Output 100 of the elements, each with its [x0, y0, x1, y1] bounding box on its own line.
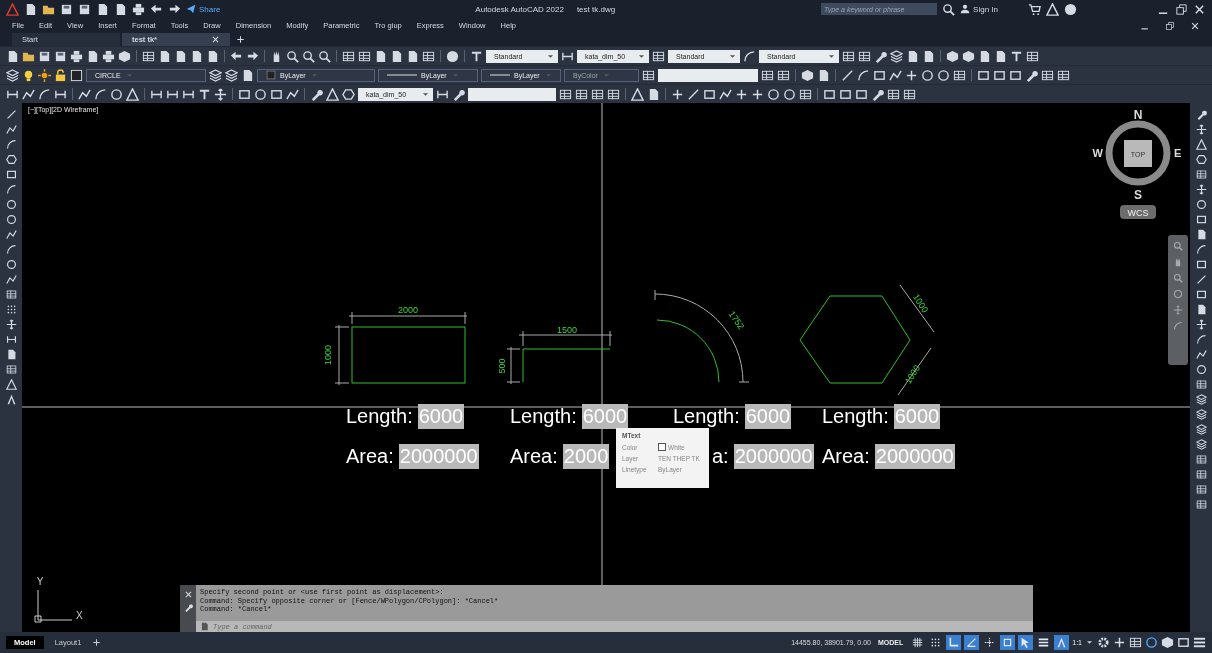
page-icon[interactable] — [1195, 229, 1207, 240]
redo-icon[interactable] — [246, 49, 259, 63]
polygon-icon[interactable] — [5, 154, 17, 165]
wcs-button[interactable]: WCS — [1120, 205, 1156, 219]
layers-icon[interactable] — [209, 68, 222, 82]
polyline-icon[interactable] — [719, 87, 732, 101]
page-icon[interactable] — [158, 49, 171, 63]
table-icon[interactable] — [1195, 469, 1207, 480]
page-icon[interactable] — [6, 49, 19, 63]
table-icon[interactable] — [1195, 499, 1207, 510]
move-icon[interactable] — [5, 319, 17, 330]
circle-icon[interactable] — [5, 259, 17, 270]
triangle-icon[interactable] — [326, 87, 339, 101]
text-line-icon[interactable] — [198, 87, 211, 101]
search-icon[interactable] — [318, 49, 331, 63]
table-icon[interactable] — [858, 49, 871, 63]
layers-icon[interactable] — [225, 68, 238, 82]
rectangle-icon[interactable] — [1177, 636, 1190, 649]
rectangle-icon[interactable] — [839, 87, 852, 101]
arc-icon[interactable] — [5, 244, 17, 255]
search-icon[interactable] — [302, 49, 315, 63]
table-icon[interactable] — [1195, 169, 1207, 180]
table-icon[interactable] — [953, 68, 966, 82]
table-icon[interactable] — [559, 87, 572, 101]
line-icon[interactable] — [841, 68, 854, 82]
page-icon[interactable] — [906, 49, 919, 63]
table-icon[interactable] — [607, 87, 620, 101]
triangle-icon[interactable] — [5, 379, 17, 390]
page-icon[interactable] — [24, 2, 37, 16]
circle-icon[interactable] — [254, 87, 267, 101]
share-button[interactable]: Share — [186, 4, 221, 14]
page-icon[interactable] — [241, 68, 254, 82]
wrench-icon[interactable] — [183, 603, 193, 612]
polyline-icon[interactable] — [1195, 349, 1207, 360]
close-icon[interactable] — [183, 590, 193, 599]
search-icon[interactable] — [942, 2, 956, 16]
plus-icon[interactable] — [671, 87, 684, 101]
line-icon[interactable] — [687, 87, 700, 101]
move-icon[interactable] — [1195, 319, 1207, 330]
blank-field[interactable] — [468, 87, 556, 101]
circle-icon[interactable] — [1145, 636, 1158, 649]
arc-icon[interactable] — [5, 139, 17, 150]
selection-toggle[interactable] — [1018, 635, 1034, 650]
polyline-icon[interactable] — [5, 274, 17, 285]
table-icon[interactable] — [342, 49, 355, 63]
rectangle-icon[interactable] — [993, 68, 1006, 82]
page-icon[interactable] — [96, 2, 109, 16]
layers-icon[interactable] — [1195, 424, 1207, 435]
wrench-icon[interactable] — [310, 87, 323, 101]
cube-icon[interactable] — [118, 49, 131, 63]
table-icon[interactable] — [5, 364, 17, 375]
page-icon[interactable] — [114, 2, 127, 16]
table-icon[interactable] — [422, 49, 435, 63]
page-icon[interactable] — [190, 49, 203, 63]
table-icon[interactable] — [5, 289, 17, 300]
wrench-icon[interactable] — [871, 87, 884, 101]
page-icon[interactable] — [817, 68, 830, 82]
layers-icon[interactable] — [890, 49, 903, 63]
line-icon[interactable] — [5, 109, 17, 120]
polygon-icon[interactable] — [342, 87, 355, 101]
ortho-toggle[interactable] — [946, 635, 962, 650]
cube-icon[interactable] — [1161, 636, 1174, 649]
restore-icon[interactable] — [1175, 2, 1188, 16]
printer-icon[interactable] — [70, 49, 83, 63]
table-icon[interactable] — [1195, 379, 1207, 390]
rectangle-icon[interactable] — [1195, 289, 1207, 300]
triangle-icon[interactable] — [1046, 2, 1059, 16]
layers-icon[interactable] — [6, 68, 19, 82]
table-icon[interactable] — [842, 49, 855, 63]
wrench-icon[interactable] — [1025, 68, 1038, 82]
rectangle-icon[interactable] — [823, 87, 836, 101]
table-icon[interactable] — [1129, 636, 1142, 649]
table-icon[interactable] — [591, 87, 604, 101]
circle-icon[interactable] — [783, 87, 796, 101]
page-icon[interactable] — [647, 87, 660, 101]
caret-icon[interactable] — [1085, 638, 1094, 647]
triangle-icon[interactable] — [1195, 139, 1207, 150]
arc-icon[interactable] — [857, 68, 870, 82]
table-icon[interactable] — [777, 68, 790, 82]
arc-icon[interactable] — [38, 87, 51, 101]
plus-icon[interactable] — [751, 87, 764, 101]
move-icon[interactable] — [214, 87, 227, 101]
circle-icon[interactable] — [1195, 199, 1207, 210]
rectangle-icon[interactable] — [5, 169, 17, 180]
arc-icon[interactable] — [94, 87, 107, 101]
close-icon[interactable] — [1193, 2, 1206, 16]
page-icon[interactable] — [406, 49, 419, 63]
polyline-icon[interactable] — [22, 87, 35, 101]
rectangle-icon[interactable] — [238, 87, 251, 101]
annotation-toggle[interactable] — [1054, 635, 1070, 650]
table-icon[interactable] — [358, 49, 371, 63]
wrench-icon[interactable] — [874, 49, 887, 63]
redo-icon[interactable] — [168, 2, 181, 16]
page-icon[interactable] — [86, 49, 99, 63]
swatch-icon[interactable] — [70, 68, 83, 82]
rectangle-icon[interactable] — [855, 87, 868, 101]
rectangle-icon[interactable] — [1195, 214, 1207, 225]
plus-icon[interactable] — [236, 35, 245, 44]
circle-icon[interactable] — [937, 68, 950, 82]
rectangle-icon[interactable] — [703, 87, 716, 101]
